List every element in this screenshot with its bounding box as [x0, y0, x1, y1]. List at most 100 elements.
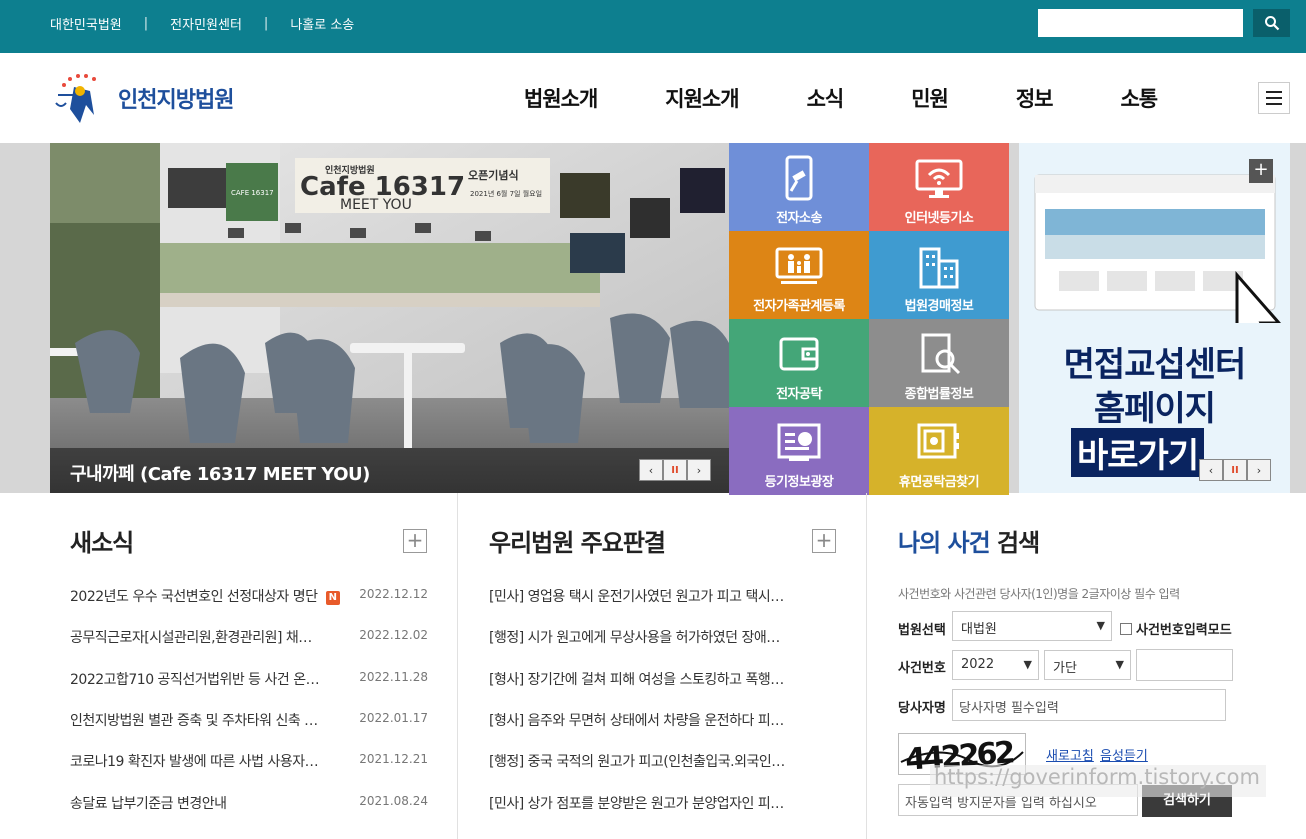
watermark: https://goverinform.tistory.com	[930, 765, 1266, 797]
link-e-civil-center[interactable]: 전자민원센터	[170, 14, 242, 33]
news-section: 새소식 + 2022년도 우수 국선변호인 선정대상자 명단 N 2022.12.…	[50, 493, 458, 839]
book-search-icon	[921, 333, 961, 375]
tile-label: 전자소송	[776, 211, 822, 226]
promo-pause-button[interactable]: II	[1223, 459, 1247, 481]
court-name: 인천지방법원	[118, 88, 234, 113]
chart-board-icon	[777, 423, 821, 461]
separator: |	[143, 16, 149, 31]
site-search-button[interactable]	[1253, 9, 1290, 37]
judgment-item[interactable]: [형사] 음주와 무면허 상태에서 차량을 운전하다 피…	[489, 710, 784, 730]
judgment-item[interactable]: [행정] 시가 원고에게 무상사용을 허가하였던 장애…	[489, 627, 780, 647]
nav-info[interactable]: 정보	[1016, 83, 1054, 113]
news-item[interactable]: 코로나19 확진자 발생에 따른 사법 사용자… 2021.12.21	[70, 751, 430, 771]
news-more-button[interactable]: +	[403, 529, 427, 553]
promo-slider-controls: ‹ II ›	[1199, 459, 1271, 481]
hero-caption-bar: 구내까페 (Cafe 16317 MEET YOU)	[50, 448, 729, 493]
court-select-label: 법원선택	[898, 623, 946, 638]
top-links: 대한민국법원 | 전자민원센터 | 나홀로 소송	[50, 14, 354, 33]
tile-label: 종합법률정보	[904, 387, 974, 402]
hero-caption: 구내까페 (Cafe 16317 MEET YOU)	[70, 464, 370, 485]
case-year-select[interactable]: 2022 ▼	[952, 650, 1039, 680]
tile-court-auction[interactable]: 법원경매정보	[869, 231, 1009, 319]
judgment-item[interactable]: [민사] 상가 점포를 분양받은 원고가 분양업자인 피…	[489, 793, 784, 813]
judgments-title: 우리법원 주요판결	[489, 529, 666, 557]
link-korea-courts[interactable]: 대한민국법원	[50, 14, 122, 33]
top-utility-bar: 대한민국법원 | 전자민원센터 | 나홀로 소송	[0, 0, 1306, 53]
news-item-title: 송달료 납부기준금 변경안내	[70, 796, 227, 812]
news-item-date: 2021.08.24	[359, 794, 428, 808]
checkbox-icon	[1120, 622, 1132, 635]
site-search-input[interactable]	[1038, 9, 1243, 37]
cup-label: CAFE 16317	[231, 189, 274, 197]
judgments-more-button[interactable]: +	[812, 529, 836, 553]
promo-next-button[interactable]: ›	[1247, 459, 1271, 481]
court-select[interactable]: 대법원 ▼	[952, 611, 1112, 641]
tile-registry-plaza[interactable]: 등기정보광장	[729, 407, 869, 495]
news-item[interactable]: 송달료 납부기준금 변경안내 2021.08.24	[70, 793, 430, 813]
buildings-icon	[919, 247, 959, 289]
judgments-section: 우리법원 주요판결 + [민사] 영업용 택시 운전기사였던 원고가 피고 택시…	[459, 493, 867, 839]
nav-news[interactable]: 소식	[807, 83, 845, 113]
news-item[interactable]: 공무직근로자[시설관리원,환경관리원] 채… 2022.12.02	[70, 627, 430, 647]
link-self-litigation[interactable]: 나홀로 소송	[290, 14, 354, 33]
news-item[interactable]: 2022고합710 공직선거법위반 등 사건 온… 2022.11.28	[70, 669, 430, 689]
party-name-input[interactable]: 당사자명 필수입력	[952, 689, 1226, 721]
tile-label: 인터넷등기소	[904, 211, 974, 226]
hamburger-menu-button[interactable]	[1258, 82, 1290, 114]
promo-more-button[interactable]: +	[1249, 159, 1273, 183]
news-item-date: 2022.12.12	[359, 587, 428, 601]
promo-line-2: 홈페이지	[1093, 389, 1216, 429]
case-type-select[interactable]: 가단 ▼	[1044, 650, 1131, 680]
sign-sub: MEET YOU	[340, 197, 412, 213]
captcha-refresh-link[interactable]: 새로고침	[1046, 745, 1094, 764]
tile-e-family-registration[interactable]: 전자가족관계등록	[729, 231, 869, 319]
search-icon	[1264, 16, 1279, 31]
judgment-item[interactable]: [형사] 장기간에 걸쳐 피해 여성을 스토킹하고 폭행…	[489, 669, 784, 689]
captcha-audio-link[interactable]: 음성듣기	[1100, 745, 1148, 764]
court-emblem-icon	[55, 74, 96, 123]
visitation-center-banner[interactable]: + 면접교섭센터 홈페이지 바로가기 ‹ II ›	[1019, 143, 1290, 493]
news-item-date: 2022.11.28	[359, 670, 428, 684]
hero-slider-controls: ‹ II ›	[639, 459, 711, 481]
tile-e-litigation[interactable]: 전자소송	[729, 143, 869, 231]
nav-branch-intro[interactable]: 지원소개	[665, 83, 739, 113]
new-badge: N	[325, 591, 340, 605]
news-title: 새소식	[70, 529, 134, 557]
site-logo[interactable]: 인천지방법원	[52, 69, 234, 127]
main-nav: 법원소개 지원소개 소식 민원 정보 소통	[490, 83, 1191, 113]
hero-prev-button[interactable]: ‹	[639, 459, 663, 481]
tile-label: 휴면공탁금찾기	[898, 475, 980, 490]
promo-line-3: 바로가기	[1071, 428, 1205, 477]
news-item[interactable]: 2022년도 우수 국선변호인 선정대상자 명단 N 2022.12.12	[70, 586, 430, 606]
mobile-gavel-icon	[785, 155, 813, 201]
judgment-item[interactable]: [행정] 중국 국적의 원고가 피고(인천출입국.외국인…	[489, 751, 785, 771]
news-item[interactable]: 인천지방법원 별관 증축 및 주차타워 신축 … 2022.01.17	[70, 710, 430, 730]
hero-pause-button[interactable]: II	[663, 459, 687, 481]
case-search-section: 나의 사건 검색 사건번호와 사건관련 당사자(1인)명을 2글자이상 필수 입…	[868, 493, 1268, 839]
nav-civil[interactable]: 민원	[911, 83, 949, 113]
tile-label: 전자가족관계등록	[753, 299, 845, 314]
tile-dormant-deposit[interactable]: 휴면공탁금찾기	[869, 407, 1009, 495]
nav-communication[interactable]: 소통	[1120, 83, 1158, 113]
news-item-date: 2022.12.02	[359, 628, 428, 642]
promo-prev-button[interactable]: ‹	[1199, 459, 1223, 481]
chevron-down-icon: ▼	[1096, 619, 1105, 632]
tile-internet-registry[interactable]: 인터넷등기소	[869, 143, 1009, 231]
news-item-title: 2022년도 우수 국선변호인 선정대상자 명단	[70, 589, 318, 605]
chevron-down-icon: ▼	[1023, 658, 1032, 671]
tile-legal-info[interactable]: 종합법률정보	[869, 319, 1009, 407]
judgment-item[interactable]: [민사] 영업용 택시 운전기사였던 원고가 피고 택시…	[489, 586, 784, 606]
news-item-title: 2022고합710 공직선거법위반 등 사건 온…	[70, 672, 320, 688]
nav-court-intro[interactable]: 법원소개	[524, 83, 598, 113]
sign-date: 2021년 6월 7일 월요일	[470, 189, 542, 198]
case-number-input[interactable]	[1136, 649, 1233, 681]
hamburger-icon	[1266, 91, 1282, 93]
news-item-title: 인천지방법원 별관 증축 및 주차타워 신축 …	[70, 713, 318, 729]
tile-e-deposit[interactable]: 전자공탁	[729, 319, 869, 407]
news-item-title: 공무직근로자[시설관리원,환경관리원] 채…	[70, 630, 312, 646]
hero-slider[interactable]: 인천지방법원 Cafe 16317 MEET YOU 오픈기념식 2021년 6…	[50, 143, 729, 493]
cafe-photo: 인천지방법원 Cafe 16317 MEET YOU 오픈기념식 2021년 6…	[50, 143, 729, 493]
hero-next-button[interactable]: ›	[687, 459, 711, 481]
direct-mode-checkbox[interactable]: 사건번호입력모드	[1120, 619, 1232, 638]
sign-right: 오픈기념식	[468, 168, 519, 182]
